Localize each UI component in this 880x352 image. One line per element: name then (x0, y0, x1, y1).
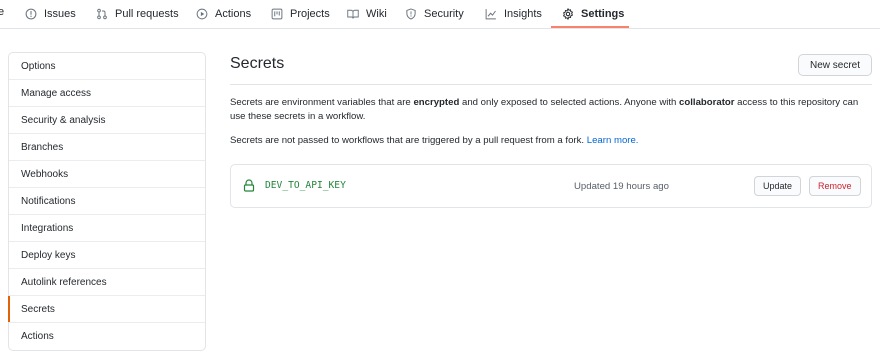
tab-security-label: Security (424, 8, 464, 20)
tab-insights[interactable]: Insights (485, 0, 542, 28)
tab-pull-requests[interactable]: Pull requests (96, 0, 179, 28)
menu-item-security-analysis[interactable]: Security & analysis (9, 107, 205, 134)
play-icon (196, 8, 208, 20)
tab-security[interactable]: Security (405, 0, 464, 28)
tab-wiki-label: Wiki (366, 8, 387, 20)
desc-text-1: Secrets are environment variables that a… (230, 97, 414, 108)
tab-settings-label: Settings (581, 8, 625, 20)
secrets-main: Secrets New secret Secrets are environme… (230, 52, 872, 208)
desc-bold-collaborator: collaborator (679, 97, 735, 108)
menu-item-autolink-references[interactable]: Autolink references (9, 269, 205, 296)
menu-item-actions[interactable]: Actions (9, 323, 205, 350)
menu-item-options[interactable]: Options (9, 53, 205, 80)
menu-item-manage-access[interactable]: Manage access (9, 80, 205, 107)
project-icon (271, 8, 283, 20)
tab-issues-label: Issues (44, 8, 76, 20)
pull-request-icon (96, 8, 108, 20)
lock-icon (243, 179, 255, 192)
tab-actions[interactable]: Actions (196, 0, 251, 28)
tab-projects[interactable]: Projects (271, 0, 330, 28)
fork-notice: Secrets are not passed to workflows that… (230, 134, 866, 148)
learn-more-link[interactable]: Learn more. (587, 135, 639, 146)
secret-updated-time: Updated 19 hours ago (574, 181, 669, 192)
secrets-description: Secrets are environment variables that a… (230, 96, 866, 124)
tab-wiki[interactable]: Wiki (347, 0, 387, 28)
book-icon (347, 8, 359, 20)
menu-item-secrets[interactable]: Secrets (8, 296, 205, 323)
secret-name: DEV_TO_API_KEY (265, 180, 346, 191)
new-secret-button[interactable]: New secret (797, 54, 872, 76)
menu-item-webhooks[interactable]: Webhooks (9, 161, 205, 188)
desc-bold-encrypted: encrypted (413, 97, 460, 108)
issue-icon (25, 8, 37, 20)
page-title: Secrets (230, 55, 285, 72)
tab-actions-label: Actions (215, 8, 252, 20)
settings-menu: Options Manage access Security & analysi… (8, 52, 206, 351)
secret-row: DEV_TO_API_KEY Updated 19 hours ago Upda… (230, 164, 872, 208)
update-secret-button[interactable]: Update (754, 176, 802, 196)
selected-tab-underline (551, 26, 629, 28)
tab-insights-label: Insights (504, 8, 542, 20)
nav-edge-text: e (0, 6, 5, 18)
shield-icon (405, 8, 417, 20)
graph-icon (485, 8, 497, 20)
menu-item-integrations[interactable]: Integrations (9, 215, 205, 242)
desc-text-2: and only exposed to selected actions. An… (459, 97, 680, 108)
tab-pull-requests-label: Pull requests (115, 8, 179, 20)
secrets-header: Secrets New secret (230, 52, 872, 85)
fork-notice-text: Secrets are not passed to workflows that… (230, 135, 587, 146)
tab-projects-label: Projects (290, 8, 330, 20)
remove-secret-button[interactable]: Remove (809, 176, 861, 196)
menu-item-deploy-keys[interactable]: Deploy keys (9, 242, 205, 269)
gear-icon (562, 8, 574, 20)
menu-item-branches[interactable]: Branches (9, 134, 205, 161)
repo-nav: e Issues Pull requests Actions Projects … (0, 0, 880, 29)
menu-item-notifications[interactable]: Notifications (9, 188, 205, 215)
tab-issues[interactable]: Issues (25, 0, 76, 28)
tab-settings[interactable]: Settings (562, 0, 624, 28)
